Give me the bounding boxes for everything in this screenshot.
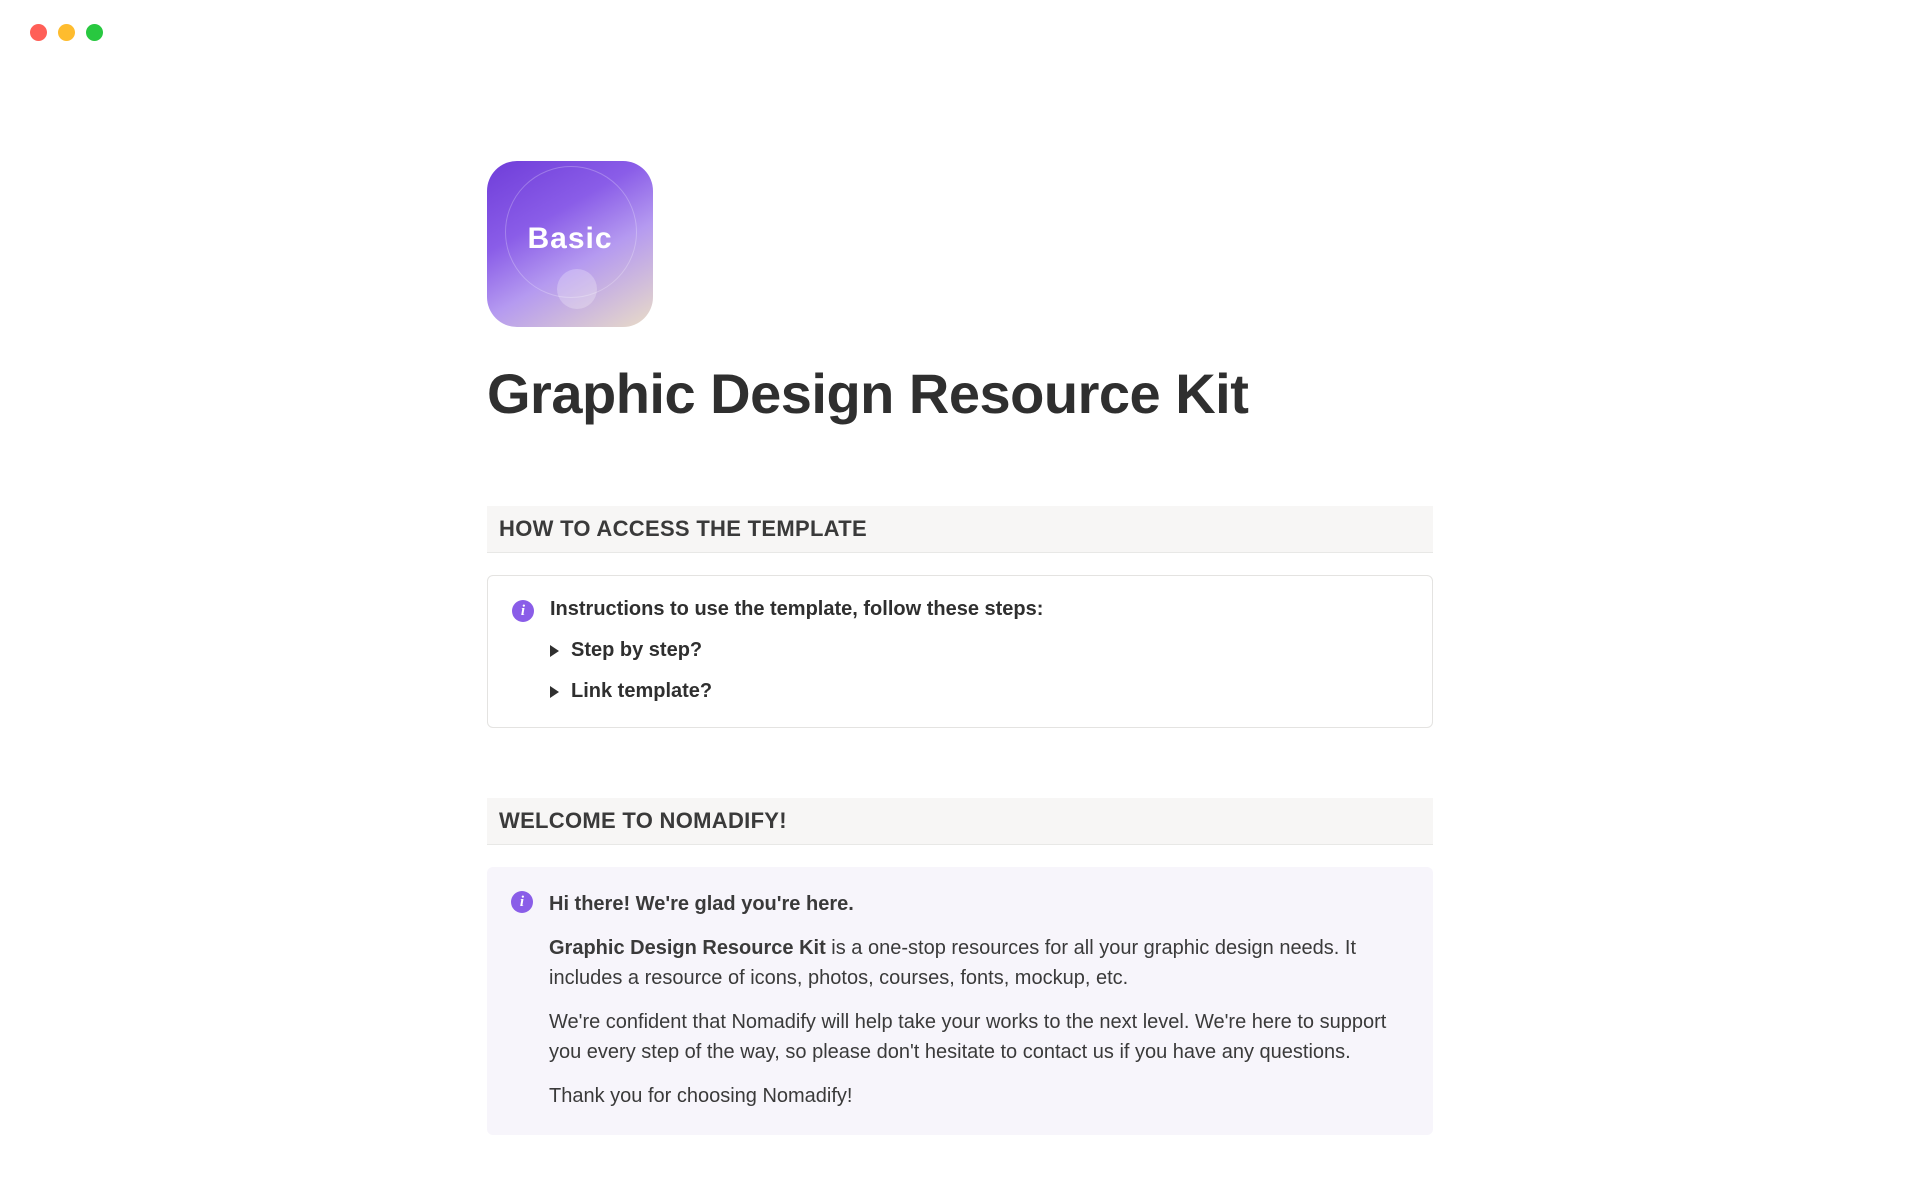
page-icon-label: Basic <box>527 222 612 256</box>
info-icon: i <box>511 891 533 913</box>
close-window-button[interactable] <box>30 24 47 41</box>
info-icon: i <box>512 600 534 622</box>
section-header-access: HOW TO ACCESS THE TEMPLATE <box>487 506 1433 553</box>
welcome-greeting: Hi there! We're glad you're here. <box>549 889 1409 919</box>
welcome-intro-bold: Graphic Design Resource Kit <box>549 937 826 959</box>
minimize-window-button[interactable] <box>58 24 75 41</box>
chevron-right-icon <box>550 686 559 698</box>
page-icon[interactable]: Basic <box>487 161 653 327</box>
welcome-intro: Graphic Design Resource Kit is a one-sto… <box>549 933 1409 993</box>
page-content: Basic Graphic Design Resource Kit HOW TO… <box>487 161 1433 1135</box>
toggle-link-template[interactable]: Link template? <box>550 680 1408 703</box>
welcome-thanks: Thank you for choosing Nomadify! <box>549 1081 1409 1111</box>
callout-body: Instructions to use the template, follow… <box>550 598 1408 703</box>
toggle-label: Step by step? <box>571 639 702 662</box>
instructions-heading: Instructions to use the template, follow… <box>550 598 1408 621</box>
welcome-confidence: We're confident that Nomadify will help … <box>549 1007 1409 1067</box>
toggle-step-by-step[interactable]: Step by step? <box>550 639 1408 662</box>
window-controls <box>0 0 1920 41</box>
toggle-label: Link template? <box>571 680 712 703</box>
callout-instructions: i Instructions to use the template, foll… <box>487 575 1433 728</box>
section-header-welcome: WELCOME TO NOMADIFY! <box>487 798 1433 845</box>
chevron-right-icon <box>550 645 559 657</box>
page-title: Graphic Design Resource Kit <box>487 361 1433 426</box>
maximize-window-button[interactable] <box>86 24 103 41</box>
callout-welcome: i Hi there! We're glad you're here. Grap… <box>487 867 1433 1135</box>
callout-body: Hi there! We're glad you're here. Graphi… <box>549 889 1409 1111</box>
